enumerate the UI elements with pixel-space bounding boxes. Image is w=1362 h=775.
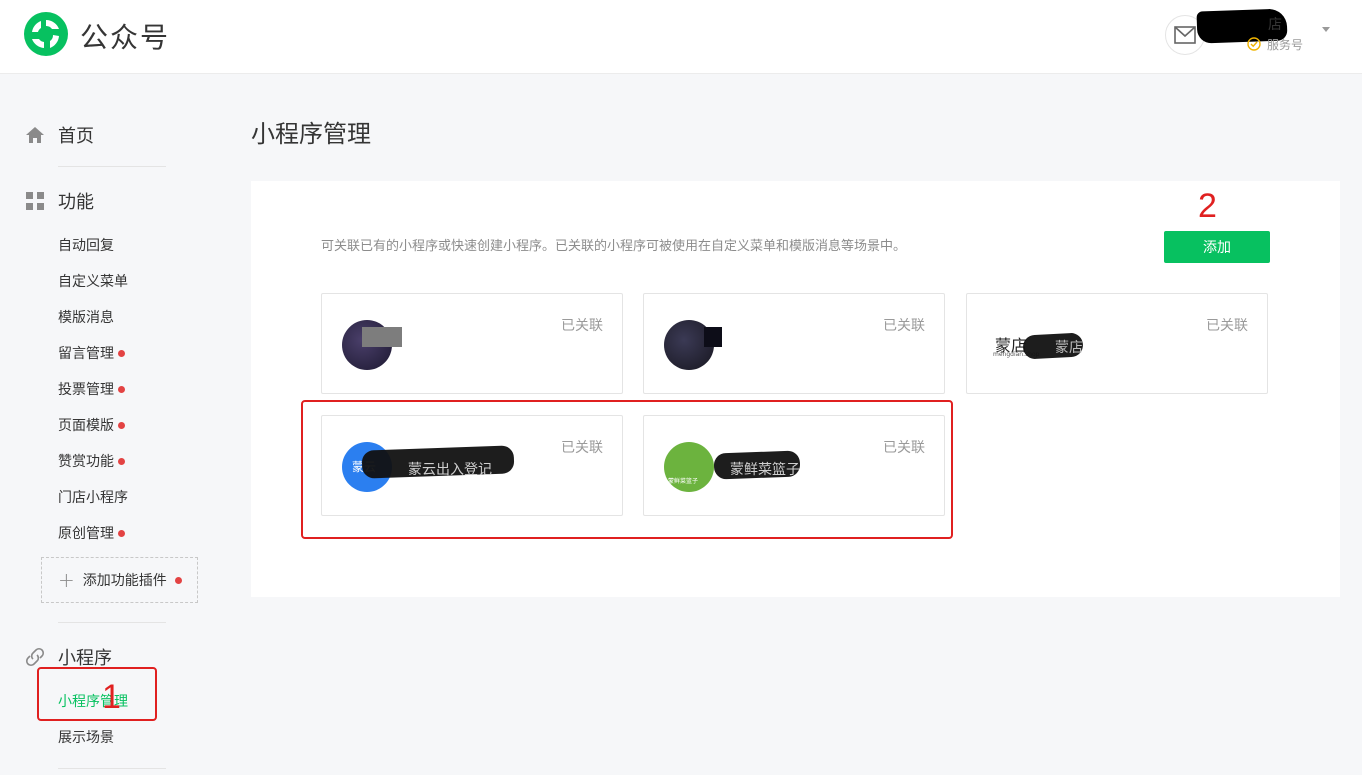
sidebar-divider [58,768,166,769]
add-miniprogram-button[interactable]: 添加 [1164,231,1270,263]
sidebar-item-label: 自定义菜单 [58,274,128,290]
linked-status: 已关联 [561,318,603,334]
wechat-mp-logo[interactable] [24,12,68,56]
sidebar-divider [58,166,166,167]
sidebar-group-features[interactable]: 功能 [24,188,94,214]
miniprogram-card[interactable]: 已关联 [643,293,945,394]
annotation-highlight-box [37,667,157,721]
sidebar-item-label: 首页 [58,126,94,147]
linked-status: 已关联 [1206,318,1248,334]
home-icon [24,124,46,146]
account-type: 服务号 [1267,38,1304,52]
sidebar-item-label: 赞赏功能 [58,454,114,470]
miniprogram-card[interactable]: 已关联 [321,293,623,394]
sidebar-item-label: 留言管理 [58,346,114,362]
sidebar-item-auto-reply[interactable]: 自动回复 [58,235,114,255]
miniprogram-name: 蒙店 [1055,340,1083,356]
plus-icon: + [58,568,75,592]
add-plugin-button[interactable]: + 添加功能插件 [41,557,198,603]
sidebar-item-page-templates[interactable]: 页面模版 [58,415,125,435]
new-badge-dot [174,576,182,584]
redaction-block [362,327,402,347]
sidebar-item-votes[interactable]: 投票管理 [58,379,125,399]
sidebar-group-label: 功能 [58,192,94,213]
sidebar-item-label: 门店小程序 [58,490,128,506]
sidebar-divider [58,622,166,623]
add-plugin-label: 添加功能插件 [82,573,167,589]
sidebar-item-label: 模版消息 [58,310,114,326]
annotation-step-2: 2 [1198,187,1217,225]
annotation-step-1: 1 [102,678,121,716]
account-name[interactable]: 店 [1268,14,1282,34]
annotation-highlight-box [301,400,953,539]
grid-icon [24,190,46,212]
sidebar-item-store-miniprogram[interactable]: 门店小程序 [58,487,128,507]
top-header: 公众号 店 服务号 [0,0,1362,74]
sidebar-item-custom-menu[interactable]: 自定义菜单 [58,271,128,291]
sidebar-item-comments[interactable]: 留言管理 [58,343,125,363]
sidebar-item-original-content[interactable]: 原创管理 [58,523,125,543]
sidebar-item-template-message[interactable]: 模版消息 [58,307,114,327]
miniprogram-card[interactable]: 已关联 蒙店 mengdian.shop 蒙店 [966,293,1268,394]
page-title: 小程序管理 [251,120,371,148]
linked-status: 已关联 [883,318,925,334]
new-badge-dot [118,385,125,393]
verified-icon [1247,37,1261,51]
new-badge-dot [118,457,125,465]
panel-description: 可关联已有的小程序或快速创建小程序。已关联的小程序可被使用在自定义菜单和模版消息… [321,239,907,254]
sidebar-item-label: 投票管理 [58,382,114,398]
sidebar-item-label: 展示场景 [58,730,114,746]
redaction-block [704,327,722,347]
sidebar-item-rewards[interactable]: 赞赏功能 [58,451,125,471]
link-icon [24,646,46,668]
sidebar-item-label: 自动回复 [58,238,114,254]
sidebar-item-label: 原创管理 [58,526,114,542]
new-badge-dot [118,421,125,429]
account-dropdown-caret-icon[interactable] [1322,27,1330,32]
new-badge-dot [118,529,125,537]
mail-icon [1174,26,1196,44]
sidebar-item-home[interactable]: 首页 [24,122,94,148]
logo-text: 公众号 [80,21,171,54]
new-badge-dot [118,349,125,357]
sidebar-item-display-scenes[interactable]: 展示场景 [58,727,114,747]
sidebar-item-label: 页面模版 [58,418,114,434]
